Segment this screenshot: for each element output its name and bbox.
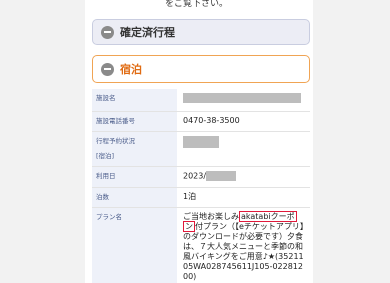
right-gutter [313,0,390,283]
plan-text: 付プラン（【eチケットアプリ】のダウンロードが必要です） [183,221,304,241]
page: をご覧下さい。 確定済行程 宿泊 施設名 施設電話番号 0470-38-3500… [0,0,390,283]
table-row: プラン名 ご当地お楽しみ akatabiクーポン 付プラン（【eチケットアプリ】のダ… [92,207,310,283]
plan-name-value: ご当地お楽しみ akatabiクーポン 付プラン（【eチケットアプリ】のダウンロード… [177,207,310,283]
redacted-block [183,93,301,103]
row-label: 泊数 [92,187,177,208]
left-gutter [0,0,85,283]
row-label: 施設電話番号 [92,111,177,132]
row-label: プラン名 [92,207,177,283]
section-title: 確定済行程 [120,26,175,39]
row-label: 利用日 [92,166,177,188]
top-note: をご覧下さい。 [165,0,229,9]
section-title: 宿泊 [120,63,142,76]
lodging-details-table: 施設名 施設電話番号 0470-38-3500 行程予約状況 [宿泊] 利用日 … [92,89,310,283]
table-row: 利用日 2023/ [92,166,310,188]
status-sublabel: [宿泊] [96,151,115,160]
minus-circle-icon [101,25,114,39]
facility-name-value [177,89,310,112]
redacted-block [183,135,219,148]
highlight-box: ン [183,220,195,232]
table-row: 施設名 [92,89,310,112]
row-label: 施設名 [92,89,177,112]
table-row: 行程予約状況 [宿泊] [92,131,310,167]
table-row: 泊数 1泊 [92,187,310,208]
section-confirmed-itinerary[interactable]: 確定済行程 [92,19,310,45]
status-label: 行程予約状況 [96,136,135,145]
status-value [177,131,310,167]
section-lodging[interactable]: 宿泊 [92,55,310,83]
redacted-block [206,170,237,181]
highlight-box: akatabiクーポ [239,210,297,222]
date-text: 2023/ [183,171,207,180]
plan-text: ご当地お楽しみ [183,211,239,221]
table-row: 施設電話番号 0470-38-3500 [92,111,310,132]
nights-value: 1泊 [177,187,310,208]
phone-value: 0470-38-3500 [177,111,310,132]
minus-circle-icon [101,62,114,76]
date-value: 2023/ [177,166,310,188]
row-label: 行程予約状況 [宿泊] [92,131,177,167]
